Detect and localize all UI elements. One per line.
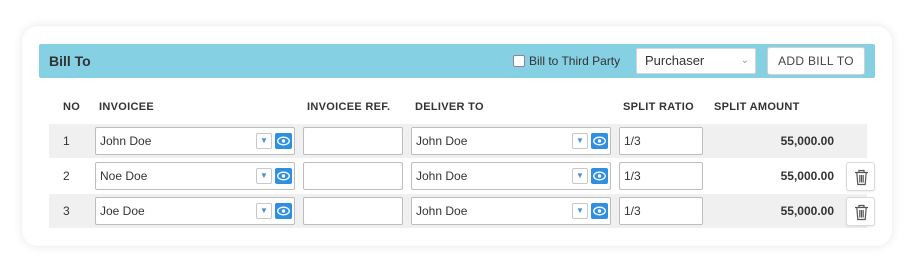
section-title: Bill To — [49, 53, 91, 69]
invoicee-combobox[interactable]: Noe Doe ▼ — [95, 162, 295, 190]
chevron-down-icon: ⌄ — [740, 55, 749, 66]
invoicee-value: Noe Doe — [100, 169, 148, 183]
trash-icon — [855, 204, 868, 221]
split-ratio-input[interactable]: 1/3 — [619, 197, 703, 225]
split-amount: 55,000.00 — [780, 169, 834, 183]
deliver-to-value: John Doe — [416, 169, 468, 183]
column-header-split-amount: SPLIT AMOUNT — [714, 101, 800, 113]
split-ratio-input[interactable]: 1/3 — [619, 127, 703, 155]
split-ratio-input[interactable]: 1/3 — [619, 162, 703, 190]
bill-third-party-checkbox[interactable] — [513, 55, 525, 67]
invoicee-combobox[interactable]: Joe Doe ▼ — [95, 197, 295, 225]
column-header-invoicee-ref: INVOICEE REF. — [307, 101, 391, 113]
add-bill-to-button[interactable]: ADD BILL TO — [767, 47, 865, 75]
deliver-to-combobox[interactable]: John Doe ▼ — [411, 127, 611, 155]
bill-to-select[interactable]: Purchaser ⌄ — [636, 48, 756, 74]
eye-icon[interactable] — [591, 168, 608, 184]
row-number: 2 — [63, 169, 70, 183]
split-amount: 55,000.00 — [780, 204, 834, 218]
eye-icon[interactable] — [591, 133, 608, 149]
table-row: 1 John Doe ▼ John Doe ▼ 1/3 55,000.00 — [49, 124, 867, 158]
row-number: 3 — [63, 204, 70, 218]
invoicee-ref-input[interactable] — [303, 197, 403, 225]
bill-third-party-toggle[interactable]: Bill to Third Party — [513, 54, 620, 68]
chevron-down-icon[interactable]: ▼ — [572, 133, 588, 149]
eye-icon[interactable] — [275, 203, 292, 219]
chevron-down-icon[interactable]: ▼ — [256, 133, 272, 149]
delete-row-button[interactable] — [846, 162, 875, 191]
chevron-down-icon[interactable]: ▼ — [256, 203, 272, 219]
chevron-down-icon[interactable]: ▼ — [572, 168, 588, 184]
chevron-down-icon[interactable]: ▼ — [256, 168, 272, 184]
column-header-deliver-to: DELIVER TO — [415, 101, 484, 113]
table-row: 2 Noe Doe ▼ John Doe ▼ 1/3 55,000.00 — [49, 159, 875, 193]
row-number: 1 — [63, 134, 70, 148]
split-amount: 55,000.00 — [780, 134, 834, 148]
invoicee-combobox[interactable]: John Doe ▼ — [95, 127, 295, 155]
deliver-to-combobox[interactable]: John Doe ▼ — [411, 197, 611, 225]
column-header-split-ratio: SPLIT RATIO — [623, 101, 694, 113]
column-header-invoicee: INVOICEE — [99, 101, 154, 113]
delete-row-button[interactable] — [846, 197, 875, 226]
deliver-to-value: John Doe — [416, 134, 468, 148]
bill-to-header: Bill To Bill to Third Party Purchaser ⌄ … — [39, 44, 875, 78]
table-row: 3 Joe Doe ▼ John Doe ▼ 1/3 55,000.00 — [49, 194, 875, 228]
invoicee-value: Joe Doe — [100, 204, 145, 218]
column-header-no: NO — [63, 101, 81, 113]
invoicee-ref-input[interactable] — [303, 162, 403, 190]
bill-third-party-label: Bill to Third Party — [529, 54, 621, 68]
eye-icon[interactable] — [275, 168, 292, 184]
invoicee-ref-input[interactable] — [303, 127, 403, 155]
deliver-to-combobox[interactable]: John Doe ▼ — [411, 162, 611, 190]
trash-icon — [855, 169, 868, 186]
bill-to-card: Bill To Bill to Third Party Purchaser ⌄ … — [22, 26, 892, 246]
bill-to-select-value: Purchaser — [645, 53, 705, 68]
eye-icon[interactable] — [275, 133, 292, 149]
deliver-to-value: John Doe — [416, 204, 468, 218]
invoicee-value: John Doe — [100, 134, 152, 148]
eye-icon[interactable] — [591, 203, 608, 219]
chevron-down-icon[interactable]: ▼ — [572, 203, 588, 219]
